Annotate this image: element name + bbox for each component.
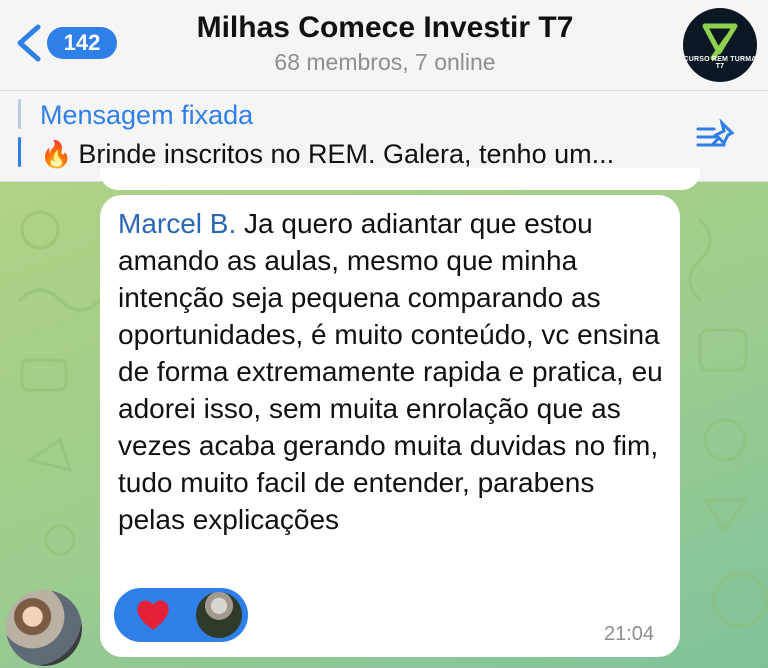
logo-icon <box>702 23 738 61</box>
unread-count-badge[interactable]: 142 <box>47 27 117 59</box>
fire-emoji: 🔥 <box>40 139 73 169</box>
message-text: Ja quero adiantar que estou amando as au… <box>118 208 663 535</box>
pinned-indicator <box>18 99 21 129</box>
message-bubble[interactable]: Marcel B. Ja quero adiantar que estou am… <box>100 195 680 657</box>
chat-subtitle: 68 membros, 7 online <box>274 49 496 75</box>
reaction-pill[interactable] <box>114 588 248 642</box>
message-timestamp: 21:04 <box>604 623 655 645</box>
message-author[interactable]: Marcel B. <box>118 208 236 239</box>
sender-avatar[interactable] <box>6 590 82 666</box>
back-chevron-icon[interactable] <box>14 24 44 62</box>
group-avatar[interactable]: CURSO REM TURMA T7 <box>683 8 757 82</box>
pinned-text: Brinde inscritos no REM. Galera, tenho u… <box>78 139 615 169</box>
pinned-list-icon[interactable] <box>694 119 738 155</box>
chat-title[interactable]: Milhas Comece Investir T7 <box>130 6 640 50</box>
heart-icon <box>137 600 169 630</box>
reactor-avatar <box>196 592 242 638</box>
pinned-indicator-active <box>18 137 21 167</box>
group-avatar-text: CURSO REM TURMA T7 <box>683 56 757 70</box>
message-text-block: Marcel B. Ja quero adiantar que estou am… <box>118 205 668 538</box>
previous-message-bubble <box>100 168 700 190</box>
chat-header: 142 Milhas Comece Investir T7 68 membros… <box>0 0 768 91</box>
pinned-label: Mensagem fixada <box>40 100 254 130</box>
